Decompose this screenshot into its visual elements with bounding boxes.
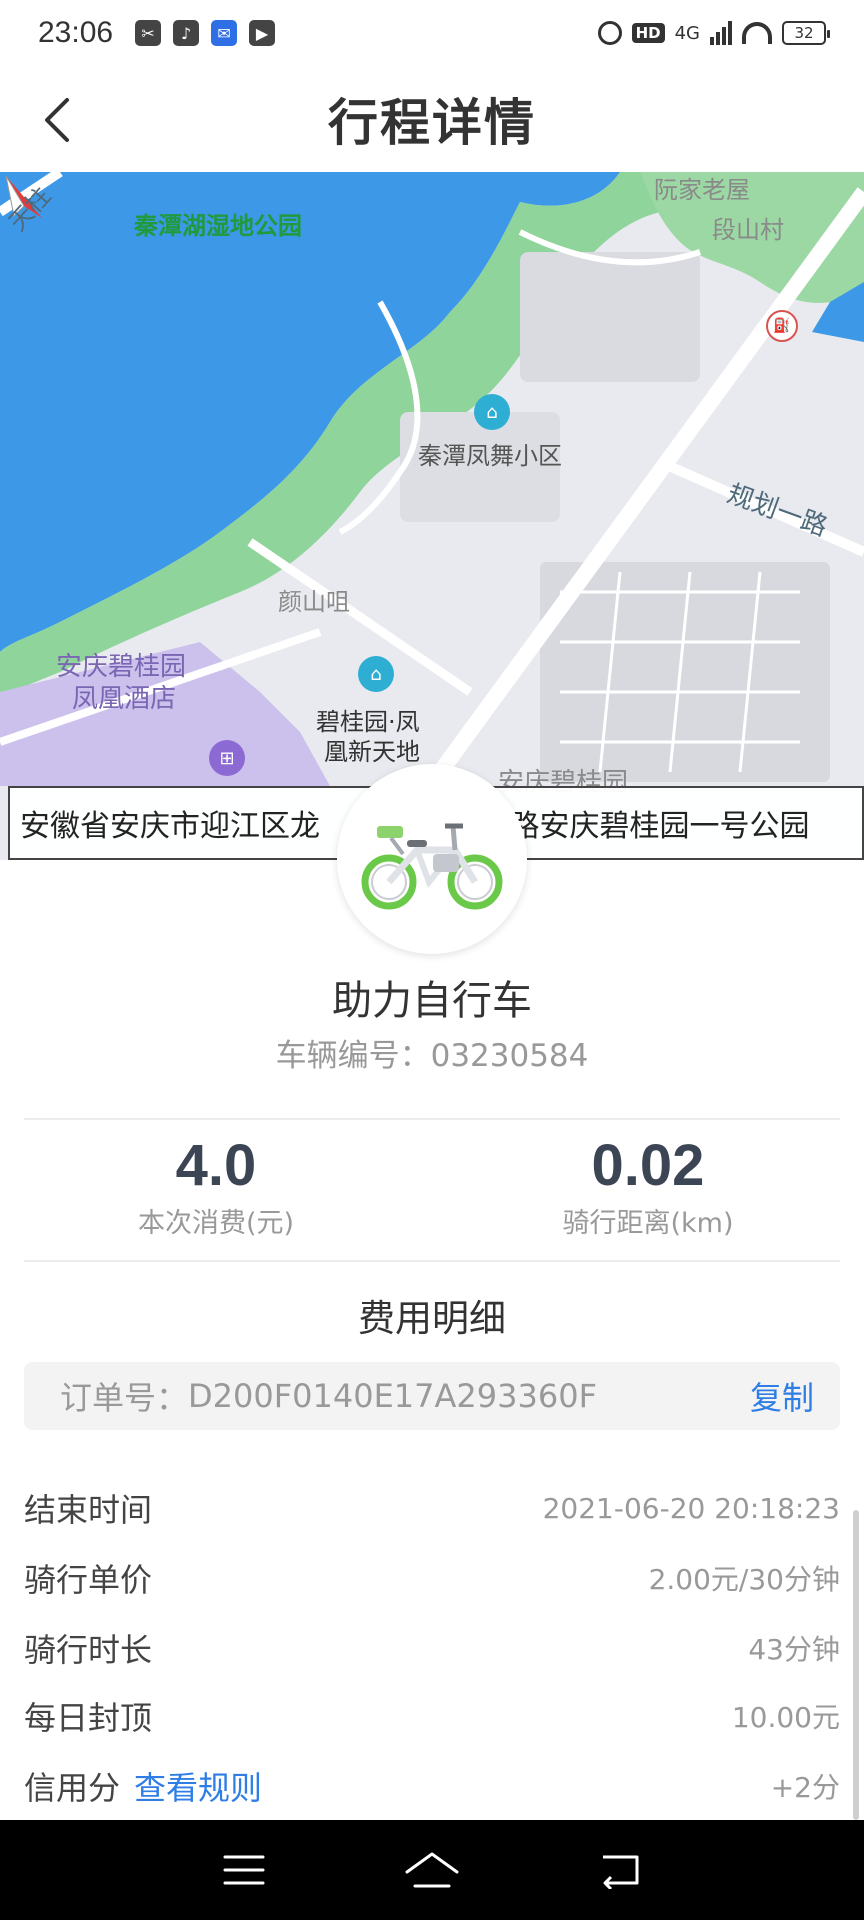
row-label: 骑行时长 [24, 1631, 153, 1669]
page-title: 行程详情 [328, 94, 536, 152]
fee-details-title: 费用明细 [358, 1297, 506, 1340]
back-button[interactable] [26, 90, 86, 150]
map-label-hotel-line2: 凤凰酒店 [72, 684, 177, 714]
distance-label: 骑行距离(km) [562, 1208, 734, 1239]
chat-app-icon: ✉ [211, 20, 238, 46]
system-nav-bar [0, 1820, 864, 1920]
map-canvas [0, 172, 864, 860]
cost-label: 本次消费(元) [137, 1208, 295, 1239]
status-time: 23:06 [38, 16, 114, 49]
scissors-app-icon: ✂ [135, 20, 162, 46]
plaza-poi-icon[interactable]: ⌂ [358, 656, 394, 692]
trip-stats: 4.0 本次消费(元) 0.02 骑行距离(km) [0, 1120, 864, 1260]
vehicle-id: 车辆编号：03230584 [275, 1038, 589, 1074]
map-label-community: 秦潭凤舞小区 [418, 442, 562, 470]
e-bike-icon [361, 823, 503, 910]
shopping-poi-icon[interactable]: ⊞ [209, 740, 245, 776]
signal-icon [710, 21, 732, 45]
menu-button[interactable] [204, 1840, 284, 1900]
row-value: 43分钟 [748, 1633, 840, 1666]
network-type: 4G [674, 22, 700, 44]
gas-station-icon[interactable]: ⛽ [766, 310, 798, 342]
row-value: 2021-06-20 20:18:23 [542, 1491, 840, 1525]
header: 行程详情 [0, 66, 864, 172]
tiktok-icon: ♪ [173, 20, 200, 46]
detail-row-unit-price: 骑行单价 2.00元/30分钟 [24, 1548, 840, 1608]
detail-row-daily-cap: 每日封顶 10.00元 [24, 1686, 840, 1746]
alarm-icon [597, 21, 622, 45]
video-app-icon: ▶ [249, 20, 276, 46]
status-indicators: HD 4G 32 [597, 21, 830, 45]
home-icon [405, 1852, 459, 1888]
distance-value: 0.02 [591, 1133, 705, 1198]
row-value: +2分 [770, 1771, 840, 1804]
vehicle-avatar [337, 764, 527, 954]
order-number-label: 订单号： [60, 1379, 189, 1417]
order-number-value: D200F0140E17A293360F [188, 1377, 597, 1415]
cost-stat: 4.0 本次消费(元) [0, 1120, 432, 1260]
menu-icon [223, 1855, 265, 1885]
trip-map[interactable]: 天柱 秦潭湖湿地公园 阮家老屋 段山村 ⛽ ⌂ 秦潭凤舞小区 规划一路 颜山咀 … [0, 172, 864, 860]
community-poi-icon[interactable]: ⌂ [474, 394, 510, 430]
order-number-box: 订单号： D200F0140E17A293360F 复制 [24, 1362, 840, 1430]
divider-bottom [24, 1260, 840, 1262]
map-label-park: 秦潭湖湿地公园 [134, 212, 302, 240]
vehicle-name: 助力自行车 [332, 978, 532, 1024]
hd-badge: HD [631, 23, 665, 43]
distance-stat: 0.02 骑行距离(km) [432, 1120, 864, 1260]
row-label: 每日封顶 [24, 1699, 153, 1737]
status-app-icons: ✂ ♪ ✉ ▶ [135, 20, 276, 46]
chevron-left-icon [45, 98, 69, 142]
detail-row-credit: 信用分 查看规则 +2分 [24, 1756, 840, 1816]
map-label-village-2: 段山村 [712, 216, 784, 244]
copy-button[interactable]: 复制 [750, 1373, 814, 1419]
map-label-plaza-line2: 凰新天地 [324, 738, 420, 766]
wifi-icon [742, 22, 772, 44]
back-nav-button[interactable] [580, 1840, 660, 1900]
status-bar: 23:06 ✂ ♪ ✉ ▶ HD 4G 32 [0, 0, 864, 66]
battery-icon: 32 [782, 21, 830, 45]
map-label-hill: 颜山咀 [278, 588, 350, 616]
row-label: 骑行单价 [24, 1561, 153, 1599]
view-rules-link[interactable]: 查看规则 [134, 1763, 262, 1809]
detail-row-duration: 骑行时长 43分钟 [24, 1618, 840, 1678]
map-label-village-1: 阮家老屋 [654, 176, 750, 204]
detail-row-end-time: 结束时间 2021-06-20 20:18:23 [24, 1478, 840, 1538]
row-value: 10.00元 [731, 1701, 840, 1734]
row-label: 信用分 [24, 1769, 121, 1807]
return-icon [603, 1855, 639, 1889]
home-button[interactable] [392, 1840, 472, 1900]
row-label: 结束时间 [24, 1491, 153, 1529]
cost-value: 4.0 [175, 1133, 257, 1198]
scrollbar[interactable] [853, 1510, 859, 1820]
row-value: 2.00元/30分钟 [648, 1563, 840, 1596]
